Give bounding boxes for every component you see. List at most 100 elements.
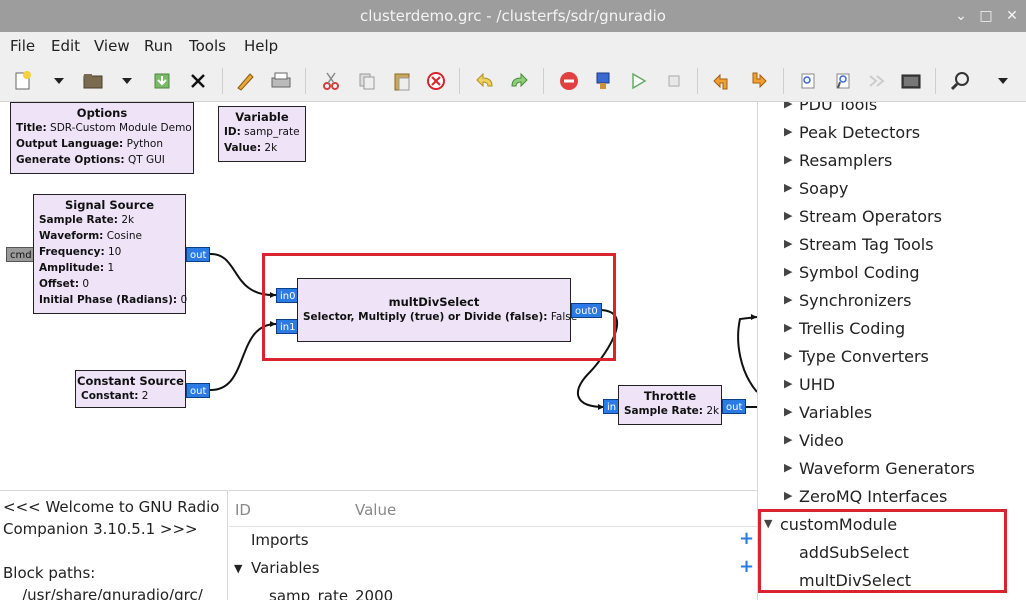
open-icon[interactable] [80,68,106,94]
expand-arrow-icon[interactable]: ▶ [784,209,792,222]
expand-arrow-icon[interactable]: ▶ [784,405,792,418]
expand-arrow-icon[interactable]: ▼ [234,562,242,575]
maximize-icon[interactable]: □ [976,6,996,26]
column-id[interactable]: ID [235,501,251,519]
expand-arrow-icon[interactable]: ▶ [784,461,792,474]
column-value[interactable]: Value [355,501,396,519]
expand-arrow-icon[interactable]: ▶ [784,265,792,278]
paste-icon[interactable] [389,68,415,94]
options-block[interactable]: Options Title: SDR-Custom Module Demo Ou… [10,102,194,174]
new-dropdown-icon[interactable] [46,68,72,94]
copy-icon[interactable] [354,68,380,94]
add-variable-icon[interactable]: + [739,556,754,577]
expand-arrow-icon[interactable]: ▶ [784,102,792,110]
rotate-cw-icon[interactable] [745,68,771,94]
screenshot-icon[interactable] [898,68,924,94]
close-icon[interactable] [185,68,211,94]
tree-category-label: Synchronizers [799,291,912,310]
tree-category-label: Peak Detectors [799,123,921,142]
new-icon[interactable] [10,68,36,94]
expand-arrow-icon[interactable]: ▶ [784,293,792,306]
rotate-ccw-icon[interactable] [709,68,735,94]
minimize-icon[interactable]: ⌄ [951,6,971,26]
disable-icon[interactable] [830,68,856,94]
block-tree-panel: ▶ PDU Tools ▶ Peak Detectors ▶ Resamplers ▶ Soa… [757,102,1026,600]
constant-source-block[interactable]: Constant Source Constant: 2 [75,370,186,408]
block-param: Constant: 2 [81,390,149,402]
expand-arrow-icon[interactable]: ▶ [784,125,792,138]
undo-icon[interactable] [472,68,498,94]
tree-category-label: Video [799,431,844,450]
enable-icon[interactable] [795,68,821,94]
expand-arrow-icon[interactable]: ▶ [784,349,792,362]
expand-arrow-icon[interactable]: ▶ [784,433,792,446]
tree-category-label: PDU Tools [799,102,878,114]
toolbar-separator [459,68,460,94]
expand-arrow-icon[interactable]: ▶ [784,321,792,334]
tree-category-label: Soapy [799,179,849,198]
signal-source-out-port[interactable]: out [186,247,211,262]
block-param: Output Language: Python [16,138,164,150]
menu-run[interactable]: Run [144,37,173,55]
stop-icon[interactable] [556,68,582,94]
block-title: Constant Source [77,374,184,388]
open-dropdown-icon[interactable] [114,68,140,94]
signal-source-block[interactable]: Signal Source Sample Rate: 2k Waveform: … [33,194,188,314]
toolbar-separator [935,68,936,94]
block-title: Variable [235,110,289,124]
delete-icon[interactable] [423,68,449,94]
block-param: Waveform: Cosine [39,230,142,242]
variables-panel: ID Value Imports + ▼ Variables + samp_ra… [229,490,757,600]
console-line: Companion 3.10.5.1 >>> [3,520,198,538]
menu-bar: File Edit View Run Tools Help [0,32,1026,60]
expand-arrow-icon[interactable]: ▶ [784,153,792,166]
menu-tools[interactable]: Tools [189,37,226,55]
samp-rate-id: samp_rate [269,587,349,600]
expand-arrow-icon[interactable]: ▶ [784,377,792,390]
tree-category-label: Waveform Generators [799,459,975,478]
more-icon[interactable] [990,68,1016,94]
tree-category-label: Stream Tag Tools [799,235,934,254]
cmd-port[interactable]: cmd [6,247,36,262]
samp-rate-row[interactable]: samp_rate 2000 [229,583,757,600]
console-line: <<< Welcome to GNU Radio [3,498,220,516]
add-import-icon[interactable]: + [739,528,754,549]
menu-edit[interactable]: Edit [51,37,80,55]
highlight-box-custom-module [758,509,1007,593]
expand-arrow-icon[interactable]: ▶ [784,237,792,250]
expand-arrow-icon[interactable]: ▶ [784,489,792,502]
connection-incoming [737,316,757,393]
variable-block[interactable]: Variable ID: samp_rate Value: 2k [218,106,306,162]
throttle-block[interactable]: Throttle Sample Rate: 2k [618,385,722,425]
flowgraph-canvas[interactable]: Options Title: SDR-Custom Module Demo Ou… [0,102,757,490]
variables-row[interactable]: ▼ Variables + [229,555,757,583]
save-icon[interactable] [149,68,175,94]
title-bar: clusterdemo.grc - /clusterfs/sdr/gnuradi… [0,0,1026,32]
bypass-icon[interactable] [864,68,890,94]
tree-category-label: Trellis Coding [799,319,906,338]
close-window-icon[interactable]: ✕ [1002,6,1022,26]
toolbar-separator [543,68,544,94]
edit-icon[interactable] [232,68,258,94]
execute-icon[interactable] [625,68,651,94]
toolbar-separator [305,68,306,94]
cut-icon[interactable] [318,68,344,94]
block-param: Initial Phase (Radians): 0 [39,294,188,306]
block-param: Sample Rate: 2k [624,405,720,417]
constant-source-out-port[interactable]: out [186,383,211,398]
find-icon[interactable] [947,68,973,94]
menu-help[interactable]: Help [244,37,278,55]
highlight-box-block [262,253,616,361]
generate-icon[interactable] [590,68,616,94]
redo-icon[interactable] [506,68,532,94]
tree-category-label: Type Converters [799,347,929,366]
kill-icon[interactable] [661,68,687,94]
tree-category-label: UHD [799,375,836,394]
menu-view[interactable]: View [94,37,130,55]
expand-arrow-icon[interactable]: ▶ [784,181,792,194]
print-icon[interactable] [268,68,294,94]
imports-row[interactable]: Imports + [229,527,757,555]
menu-file[interactable]: File [10,37,35,55]
throttle-out-port[interactable]: out [722,399,747,414]
console-panel[interactable]: <<< Welcome to GNU Radio Companion 3.10.… [0,490,228,600]
